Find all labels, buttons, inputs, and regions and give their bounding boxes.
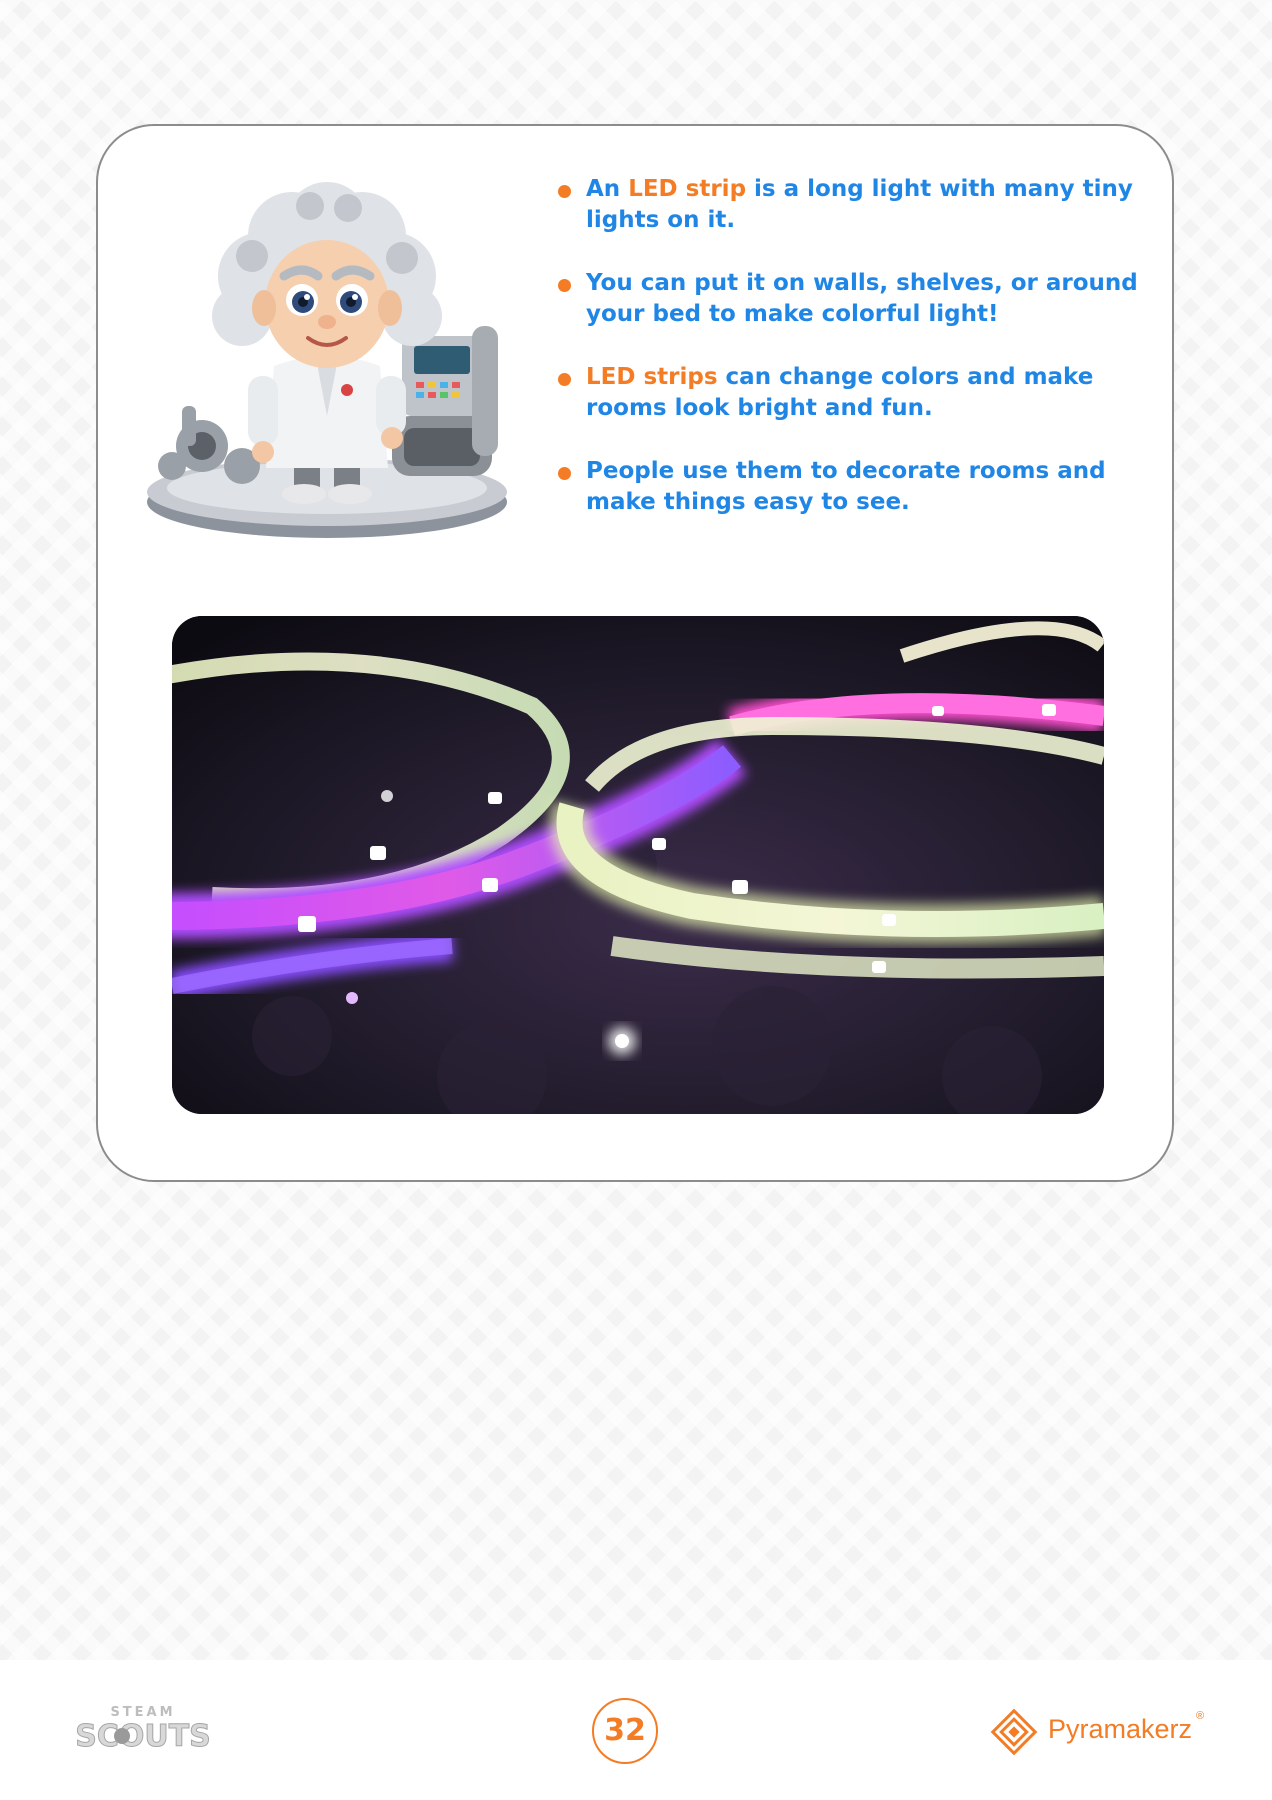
bullet-dot-icon	[558, 467, 571, 480]
fact-item: You can put it on walls, shelves, or aro…	[558, 268, 1138, 330]
content-card: An LED strip is a long light with many t…	[96, 124, 1174, 1182]
pyramid-diamond-icon	[990, 1708, 1038, 1756]
fact-text: You can put it on walls, shelves, or aro…	[586, 270, 1138, 327]
fact-item: LED strips can change colors and make ro…	[558, 362, 1138, 424]
facts-list: An LED strip is a long light with many t…	[558, 174, 1138, 550]
fact-text: An	[586, 176, 629, 202]
scientist-mascot-illustration	[147, 182, 507, 538]
fact-text: People use them to decorate rooms and ma…	[586, 458, 1106, 515]
pyramakerz-logo: Pyramakerz ®	[988, 1704, 1208, 1760]
page-footer: STEAM SCOUTS 32 Pyramakerz ®	[0, 1660, 1272, 1800]
led-strip-photo	[172, 616, 1104, 1114]
fact-highlight: LED strip	[628, 176, 747, 202]
brand-name: Pyramakerz	[1048, 1714, 1193, 1744]
bullet-dot-icon	[558, 279, 571, 292]
page-number: 32	[592, 1698, 658, 1764]
fact-item: An LED strip is a long light with many t…	[558, 174, 1138, 236]
bullet-dot-icon	[558, 373, 571, 386]
svg-text:STEAM: STEAM	[110, 1705, 175, 1720]
bullet-dot-icon	[558, 185, 571, 198]
fact-highlight: LED strips	[586, 364, 718, 390]
steam-scouts-logo: STEAM SCOUTS	[75, 1705, 212, 1755]
svg-text:SCOUTS: SCOUTS	[75, 1719, 211, 1754]
fact-item: People use them to decorate rooms and ma…	[558, 456, 1138, 518]
brand-registered-mark: ®	[1196, 1710, 1205, 1722]
